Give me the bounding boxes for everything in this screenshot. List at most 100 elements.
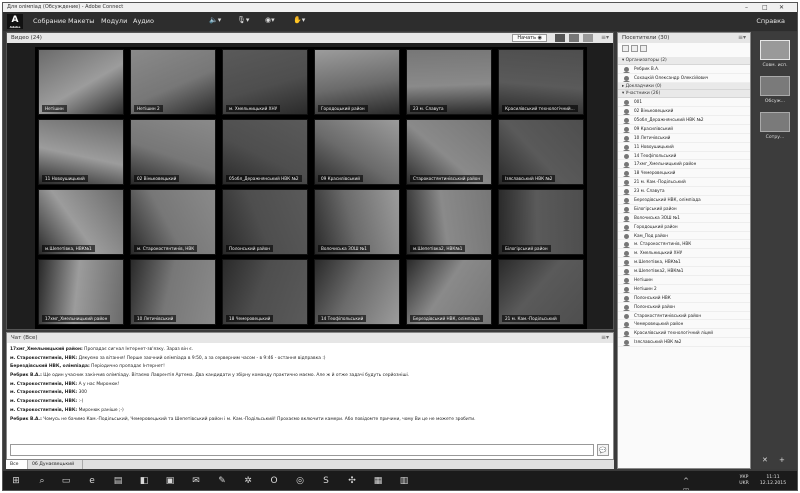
attendee-row[interactable]: 001 xyxy=(618,98,750,108)
attendee-row[interactable]: 02 Віньковецький xyxy=(618,107,750,116)
attendee-row[interactable]: м. Старокостянтинів, НВК xyxy=(618,240,750,250)
system-clock[interactable]: 11:11 12.12.2015 xyxy=(755,475,791,487)
mail-icon[interactable]: ✉ xyxy=(191,476,201,486)
search-icon[interactable]: ⌕ xyxy=(37,476,47,486)
video-tile[interactable]: 17хмг_Хмельницький район xyxy=(38,259,124,325)
video-tile[interactable]: 09 Красилівський xyxy=(314,119,400,185)
attendee-row[interactable]: Волочиська ЗОШ №1 xyxy=(618,214,750,223)
video-tile[interactable]: 11 Новоушицький xyxy=(38,119,124,185)
attendee-row[interactable]: Берездівський НВК, олімпіада xyxy=(618,196,750,205)
attendee-row[interactable]: 05обл_Деражнянський НВК №2 xyxy=(618,116,750,125)
adobe-connect-taskbar-icon[interactable]: ▦ xyxy=(373,476,383,486)
pod-options-icon[interactable]: ≡▾ xyxy=(601,33,609,43)
store-icon[interactable]: ◧ xyxy=(139,476,149,486)
attendee-row[interactable]: Чемеровецький район xyxy=(618,320,750,330)
attendee-row[interactable]: 10 Летичівський xyxy=(618,134,750,143)
grid-view-icon[interactable] xyxy=(555,34,565,42)
layout-thumb-discussion[interactable] xyxy=(760,76,790,96)
chat-input[interactable] xyxy=(10,444,594,456)
webcam-icon[interactable]: ◉▾ xyxy=(265,16,275,24)
media-app-icon[interactable]: ▣ xyxy=(165,476,175,486)
task-view-icon[interactable]: ▭ xyxy=(61,476,71,486)
menu-audio[interactable]: Аудио xyxy=(133,17,154,25)
attendee-row[interactable]: Ребрик В.А. xyxy=(618,65,750,74)
video-tile[interactable]: м.Шепетівка2, НВК№1 xyxy=(406,189,492,255)
attendee-row[interactable]: 11 Новоушицький xyxy=(618,143,750,152)
list-view-icon[interactable] xyxy=(622,45,629,52)
attendee-group-header[interactable]: ▸ Докладчики (0) xyxy=(618,82,750,91)
video-tile[interactable]: м.Шепетівка, НВК№1 xyxy=(38,189,124,255)
video-tile[interactable]: 05обл_Деражнянський НВК №2 xyxy=(222,119,308,185)
status-view-icon[interactable] xyxy=(631,45,638,52)
filmstrip-view-icon[interactable] xyxy=(569,34,579,42)
attendee-group-header[interactable]: ▾ Участники (26) xyxy=(618,90,750,99)
video-tile[interactable]: Білогірський район xyxy=(498,189,584,255)
close-layout-icon[interactable]: ✕ xyxy=(762,456,768,464)
maximize-button[interactable]: □ xyxy=(762,3,768,12)
attendee-row[interactable]: Кам_Под район xyxy=(618,232,750,241)
attendee-row[interactable]: 21 м. Кам.-Подільський xyxy=(618,178,750,188)
add-layout-icon[interactable]: + xyxy=(779,456,785,464)
settings-icon[interactable]: ✲ xyxy=(243,476,253,486)
video-tile[interactable]: Волочиська ЗОШ №1 xyxy=(314,189,400,255)
microphone-icon[interactable]: 🎙▾ xyxy=(237,16,249,24)
attendee-row[interactable]: 17хмг_Хмельницький район xyxy=(618,160,750,170)
video-tile[interactable]: 18 Чемеровецький xyxy=(222,259,308,325)
attendee-group-header[interactable]: ▾ Организаторы (2) xyxy=(618,57,750,65)
attendee-row[interactable]: Старокостянтинівський район xyxy=(618,312,750,321)
attendee-row[interactable]: 14 Теофіпольський xyxy=(618,152,750,161)
chrome-icon[interactable]: ◎ xyxy=(295,476,305,486)
attendee-row[interactable]: м. Хмельницький ХНУ xyxy=(618,249,750,259)
attendee-row[interactable]: Нетішин xyxy=(618,276,750,285)
menu-meeting[interactable]: Собрание xyxy=(33,17,66,25)
video-tile[interactable]: Берездівський НВК, олімпіада xyxy=(406,259,492,325)
help-menu[interactable]: Справка xyxy=(756,17,785,25)
attendee-row[interactable]: 23 м. Славута xyxy=(618,187,750,196)
video-tile[interactable]: Нетішин 2 xyxy=(130,49,216,115)
chat-tab-private[interactable]: 06 Дунаєвецький xyxy=(28,460,83,469)
close-button[interactable]: ✕ xyxy=(779,3,784,12)
menu-pods[interactable]: Модули xyxy=(101,17,127,25)
sort-icon[interactable] xyxy=(640,45,647,52)
attendee-row[interactable]: Красилівський технологічний ліцей xyxy=(618,329,750,339)
file-explorer-icon[interactable]: ▤ xyxy=(113,476,123,486)
speaker-icon[interactable]: 🔈▾ xyxy=(209,16,221,24)
video-tile[interactable]: Красилівський технологічний... xyxy=(498,49,584,115)
video-tile[interactable]: Старокостянтинівський район xyxy=(406,119,492,185)
attendee-row[interactable]: м.Шепетівка, НВК№1 xyxy=(618,258,750,268)
video-tile[interactable]: Нетішин xyxy=(38,49,124,115)
video-tile[interactable]: 10 Летичівський xyxy=(130,259,216,325)
layout-thumb-collaboration[interactable] xyxy=(760,112,790,132)
raise-hand-icon[interactable]: ✋▾ xyxy=(293,16,305,24)
skype-icon[interactable]: S xyxy=(321,476,331,486)
input-language[interactable]: УКР UKR xyxy=(736,475,752,487)
attendees-options-icon[interactable]: ≡▾ xyxy=(738,33,746,43)
video-tile[interactable]: 02 Віньковецький xyxy=(130,119,216,185)
start-webcam-button[interactable]: Начать ◉ xyxy=(512,34,547,42)
video-tile[interactable]: Полонський район xyxy=(222,189,308,255)
tray-icons[interactable]: ^ ◫ ⊕ 🔊 xyxy=(681,476,691,490)
chat-tab-all[interactable]: Все xyxy=(6,460,28,469)
attendee-row[interactable]: Городоцький район xyxy=(618,223,750,232)
video-tile[interactable]: 14 Теофіпольський xyxy=(314,259,400,325)
minimize-button[interactable]: – xyxy=(745,3,748,12)
attendee-row[interactable]: 09 Красилівський xyxy=(618,125,750,134)
chat-options-icon[interactable]: ≡▾ xyxy=(601,333,609,343)
video-tile[interactable]: Ізяславський НВК №2 xyxy=(498,119,584,185)
attendee-row[interactable]: Білогірський район xyxy=(618,205,750,214)
edge-browser-icon[interactable]: e xyxy=(87,476,97,486)
fullscreen-view-icon[interactable] xyxy=(583,34,593,42)
video-tile[interactable]: м. Хмельницький ХНУ xyxy=(222,49,308,115)
network-tool-icon[interactable]: ✣ xyxy=(347,476,357,486)
attendee-row[interactable]: Нетішин 2 xyxy=(618,285,750,294)
opera-icon[interactable]: O xyxy=(269,476,279,486)
paint-icon[interactable]: ✎ xyxy=(217,476,227,486)
attendee-row[interactable]: Ізяславський НВК №2 xyxy=(618,338,750,348)
video-tile[interactable]: Городоцький район xyxy=(314,49,400,115)
send-message-button[interactable]: 💬 xyxy=(597,444,609,456)
video-tile[interactable]: м. Старокостянтинів, НВК xyxy=(130,189,216,255)
document-icon[interactable]: ▥ xyxy=(399,476,409,486)
menu-layouts[interactable]: Макеты xyxy=(68,17,94,25)
attendee-row[interactable]: м.Шепетівка2, НВК№1 xyxy=(618,267,750,276)
attendee-row[interactable]: 18 Чемеровецький xyxy=(618,169,750,179)
